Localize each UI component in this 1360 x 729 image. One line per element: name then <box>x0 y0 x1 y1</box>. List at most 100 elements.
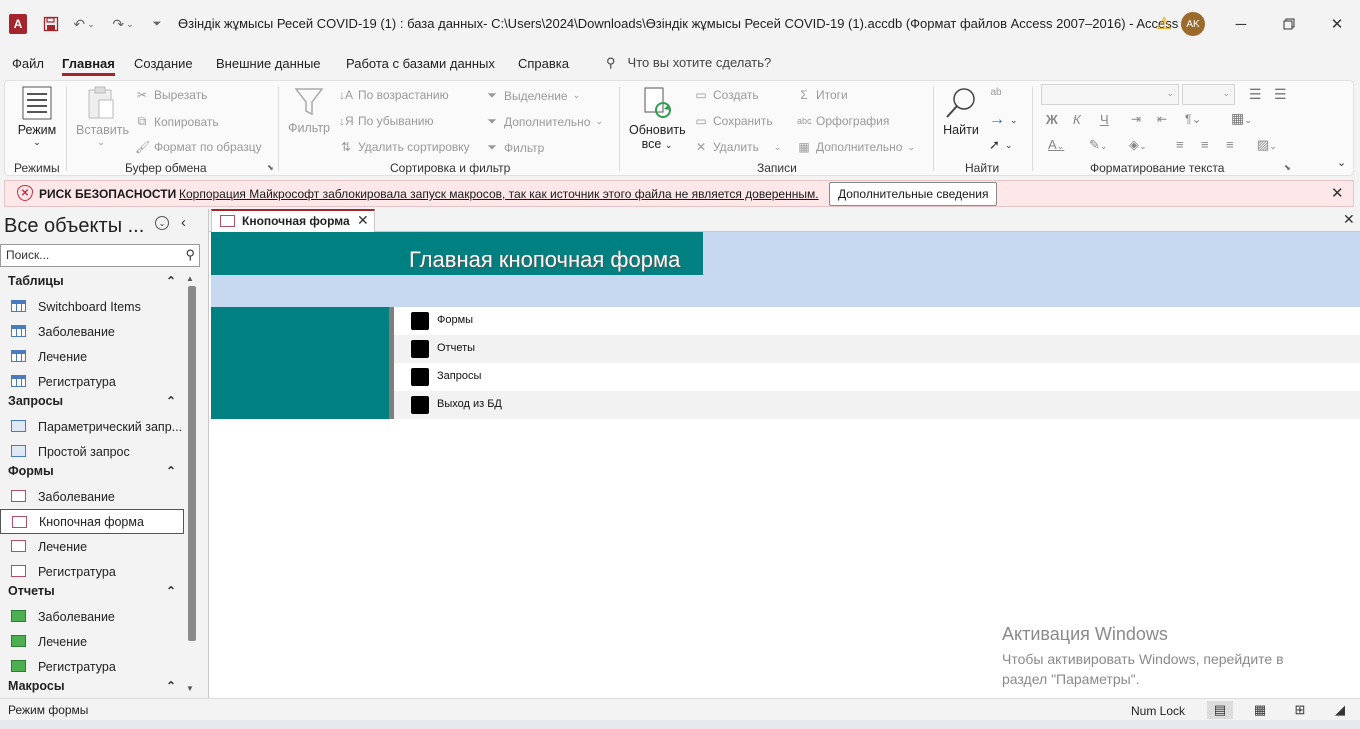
close-document-icon[interactable]: ✕ <box>1343 211 1355 228</box>
undo-icon[interactable]: ↶ ⌄ <box>70 14 98 34</box>
tab-external-data[interactable]: Внешние данные <box>216 56 321 71</box>
sort-ascending-button[interactable]: ↓A По возрастанию <box>339 88 449 102</box>
spelling-button[interactable]: abc Орфография <box>797 114 889 128</box>
goto-button[interactable]: → ⌄ <box>989 111 1018 129</box>
nav-scrollbar-thumb[interactable] <box>188 286 196 641</box>
align-center-icon[interactable]: ≡ <box>1201 137 1209 152</box>
chevron-up-icon[interactable]: ⌃ <box>166 584 176 598</box>
find-button[interactable]: Найти <box>941 86 981 137</box>
more-records-button[interactable]: ▦ Дополнительно ⌄ <box>797 140 915 154</box>
tab-home[interactable]: Главная <box>62 56 115 76</box>
save-record-button[interactable]: ▭ Сохранить <box>694 114 772 128</box>
save-icon[interactable] <box>42 14 60 34</box>
nav-item[interactable]: Регистратура <box>0 369 184 394</box>
switchboard-label[interactable]: Отчеты <box>437 342 475 354</box>
nav-item[interactable]: Лечение <box>0 344 184 369</box>
totals-button[interactable]: Σ Итоги <box>797 88 847 102</box>
selection-button[interactable]: ⏷ Выделение ⌄ <box>485 88 580 103</box>
minimize-button[interactable]: ─ <box>1226 12 1256 36</box>
switchboard-label[interactable]: Выход из БД <box>437 398 502 410</box>
copy-button[interactable]: ⧉ Копировать <box>135 114 219 129</box>
security-message-link[interactable]: Корпорация Майкрософт заблокировала запу… <box>179 187 819 201</box>
tab-create[interactable]: Создание <box>134 56 193 71</box>
paste-button[interactable]: Вставить ⌄ <box>76 86 129 148</box>
collapse-ribbon-icon[interactable]: ⌄ <box>1337 156 1346 169</box>
tell-me-box[interactable]: ⚲ Что вы хотите сделать? <box>606 55 771 71</box>
nav-item[interactable]: Заболевание <box>0 604 184 629</box>
align-left-icon[interactable]: ≡ <box>1176 137 1184 152</box>
switchboard-button[interactable] <box>411 312 429 330</box>
nav-search-input[interactable]: Поиск... ⚲ <box>0 244 200 267</box>
alternate-row-color-icon[interactable]: ▨⌄ <box>1257 137 1277 153</box>
nav-item[interactable]: Простой запрос <box>0 439 184 464</box>
advanced-filter-button[interactable]: ⏷ Дополнительно ⌄ <box>485 114 603 129</box>
chevron-up-icon[interactable]: ⌃ <box>166 679 176 693</box>
switchboard-button[interactable] <box>411 340 429 358</box>
align-right-icon[interactable]: ≡ <box>1226 137 1234 152</box>
scroll-down-icon[interactable]: ▼ <box>186 684 194 693</box>
numbering-icon[interactable]: ☰ <box>1274 86 1287 103</box>
form-view-icon[interactable]: ▤ <box>1207 701 1233 719</box>
dialog-launcher-icon[interactable]: ⬊ <box>267 163 274 172</box>
document-tab[interactable]: Кнопочная форма ✕ <box>211 209 375 232</box>
decrease-indent-icon[interactable]: ⇤ <box>1157 112 1167 126</box>
dialog-launcher-icon[interactable]: ⬊ <box>1284 163 1291 172</box>
italic-button[interactable]: К <box>1073 112 1081 127</box>
chevron-up-icon[interactable]: ⌃ <box>166 274 176 288</box>
scroll-up-icon[interactable]: ▲ <box>186 274 194 283</box>
nav-item[interactable]: Кнопочная форма <box>0 509 184 534</box>
search-icon[interactable]: ⚲ <box>185 247 195 263</box>
resize-grip-icon[interactable]: ◢ <box>1327 701 1353 719</box>
underline-button[interactable]: Ч <box>1100 112 1109 127</box>
replace-button[interactable]: ab <box>989 87 1003 98</box>
font-size-select[interactable]: ⌄ <box>1182 84 1235 105</box>
filter-button[interactable]: Фильтр <box>288 86 330 135</box>
tab-help[interactable]: Справка <box>518 56 569 71</box>
gridlines-icon[interactable]: ▦⌄ <box>1231 110 1252 127</box>
tab-database-tools[interactable]: Работа с базами данных <box>346 56 495 71</box>
nav-item[interactable]: Регистратура <box>0 654 184 679</box>
nav-item[interactable]: Лечение <box>0 629 184 654</box>
nav-item[interactable]: Регистратура <box>0 559 184 584</box>
highlight-icon[interactable]: ✎⌄ <box>1089 137 1107 153</box>
toggle-filter-button[interactable]: ⏷ Фильтр <box>485 140 544 155</box>
nav-item[interactable]: Лечение <box>0 534 184 559</box>
view-mode-button[interactable]: Режим ⌄ <box>13 86 61 148</box>
nav-item[interactable]: Заболевание <box>0 319 184 344</box>
font-color-icon[interactable]: A⌄ <box>1048 137 1064 152</box>
nav-category-tables[interactable]: Таблицы ⌃ <box>8 274 178 288</box>
customize-qat-icon[interactable]: ⏷ <box>150 14 164 34</box>
chevron-up-icon[interactable]: ⌃ <box>166 394 176 408</box>
refresh-all-button[interactable]: Обновить все ⌄ <box>629 86 686 151</box>
design-view-icon[interactable]: ⊞ <box>1287 701 1313 719</box>
format-painter-button[interactable]: 🖌 Формат по образцу <box>135 140 262 154</box>
nav-pane-title[interactable]: Все объекты ... <box>4 215 144 238</box>
nav-item[interactable]: Заболевание <box>0 484 184 509</box>
select-button[interactable]: ➚ ⌄ <box>989 137 1012 153</box>
nav-category-reports[interactable]: Отчеты ⌃ <box>8 584 178 598</box>
nav-item[interactable]: Параметрический запр... <box>0 414 184 439</box>
user-avatar[interactable]: AK <box>1181 12 1205 36</box>
warning-icon[interactable]: ⚠ <box>1155 14 1173 34</box>
delete-record-button[interactable]: ✕ Удалить ⌄ <box>694 140 781 154</box>
layout-view-icon[interactable]: ▦ <box>1247 701 1273 719</box>
more-info-button[interactable]: Дополнительные сведения <box>829 182 998 206</box>
redo-icon[interactable]: ↷ ⌄ <box>108 14 138 34</box>
close-window-button[interactable]: ✕ <box>1322 12 1352 36</box>
sort-descending-button[interactable]: ↓Я По убыванию <box>339 114 434 128</box>
cut-button[interactable]: ✂ Вырезать <box>135 88 207 102</box>
bullets-icon[interactable]: ☰ <box>1249 86 1262 103</box>
bold-button[interactable]: Ж <box>1046 112 1058 127</box>
nav-item[interactable]: Switchboard Items <box>0 294 184 319</box>
switchboard-label[interactable]: Запросы <box>437 370 481 382</box>
restore-button[interactable] <box>1274 12 1304 36</box>
switchboard-button[interactable] <box>411 396 429 414</box>
nav-category-forms[interactable]: Формы ⌃ <box>8 464 178 478</box>
switchboard-label[interactable]: Формы <box>437 314 473 326</box>
nav-menu-chevron-icon[interactable]: ⌄ <box>155 216 169 230</box>
new-record-button[interactable]: ▭ Создать <box>694 88 758 102</box>
close-tab-icon[interactable]: ✕ <box>357 212 369 229</box>
switchboard-button[interactable] <box>411 368 429 386</box>
increase-indent-icon[interactable]: ⇥ <box>1131 112 1141 126</box>
close-icon[interactable]: ✕ <box>1331 184 1344 202</box>
